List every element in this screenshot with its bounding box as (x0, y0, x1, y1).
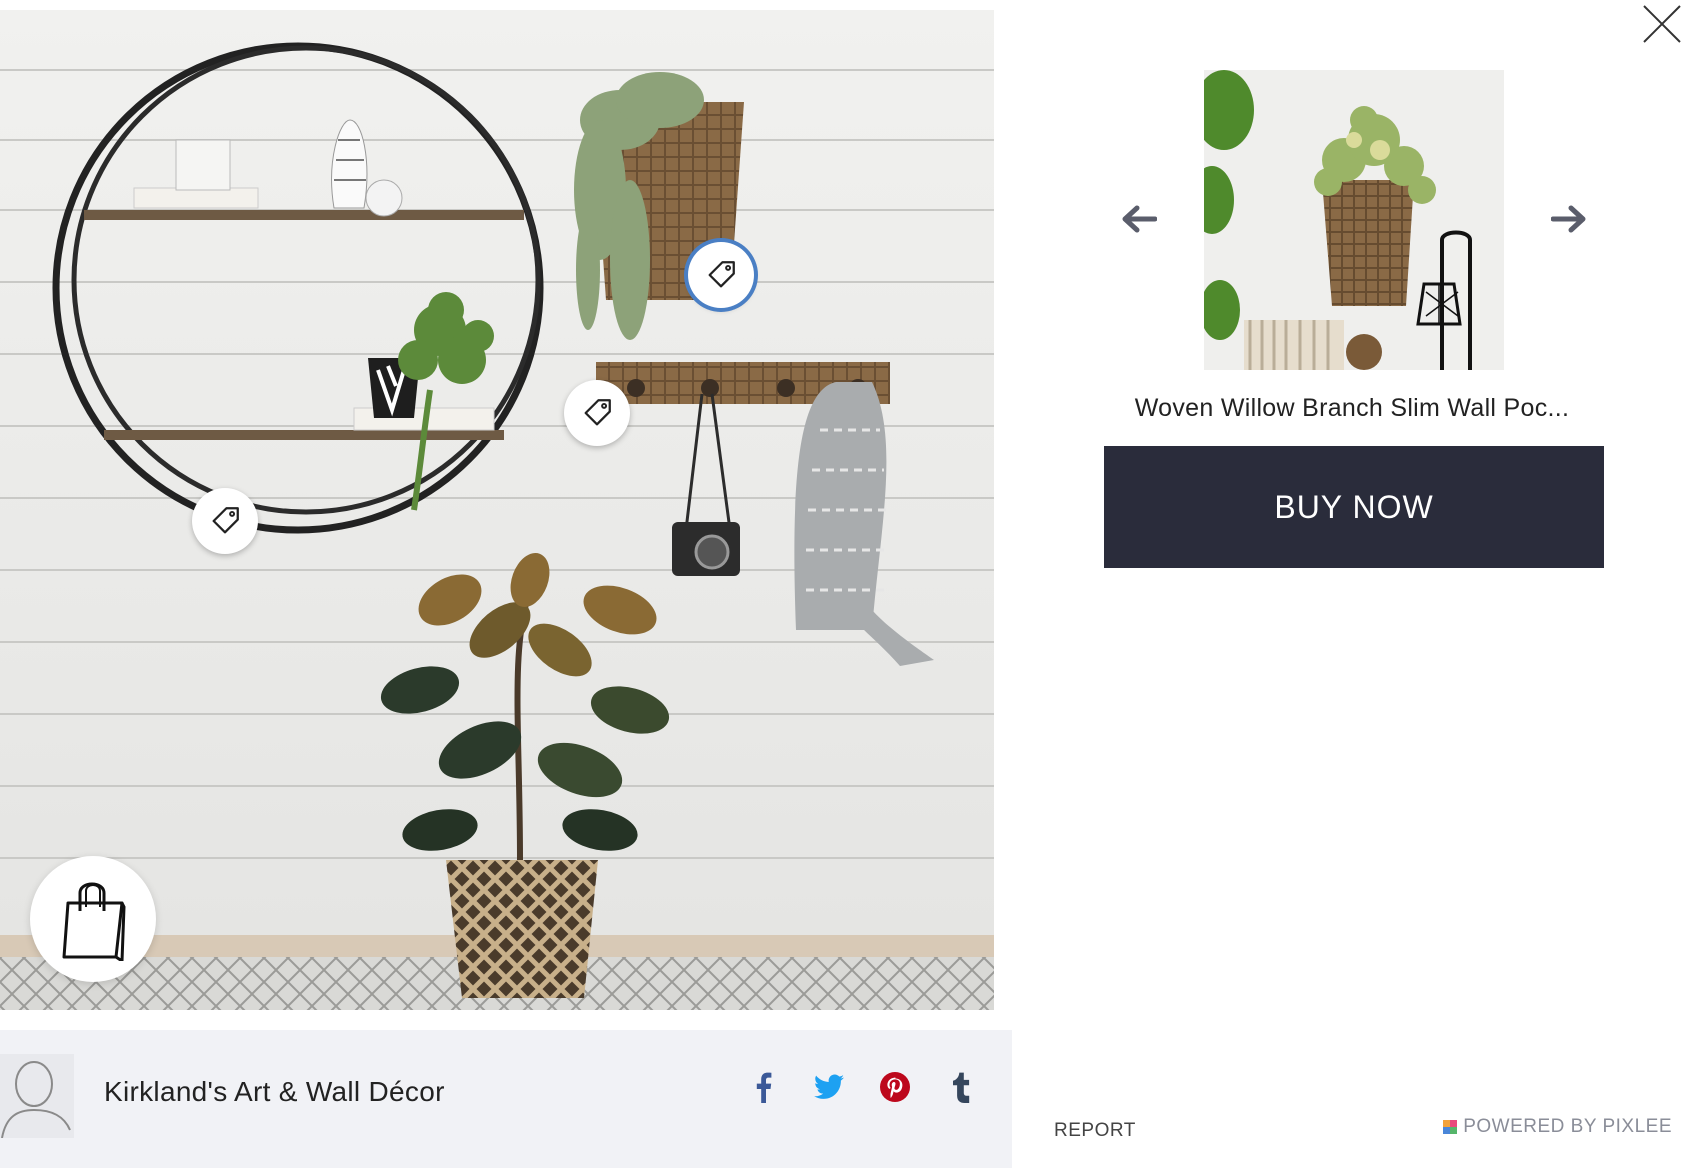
source-name[interactable]: Kirkland's Art & Wall Décor (104, 1076, 445, 1108)
facebook-share[interactable] (748, 1070, 778, 1104)
arrow-left-icon (1122, 205, 1157, 233)
price-tag-icon (708, 261, 735, 288)
buy-now-button[interactable]: BUY NOW (1104, 446, 1604, 568)
close-button[interactable] (1640, 2, 1684, 46)
pinterest-share[interactable] (880, 1070, 910, 1104)
photo-footer: Kirkland's Art & Wall Décor (0, 1030, 1012, 1168)
social-share-bar (748, 1070, 976, 1104)
product-image[interactable] (1204, 70, 1504, 370)
price-tag-icon (212, 507, 239, 534)
price-tag-icon (584, 399, 611, 426)
user-placeholder-icon (1, 1061, 71, 1138)
lightbox: Kirkland's Art & Wall Décor Woven Willow… (0, 0, 1686, 1168)
arrow-right-icon (1551, 205, 1586, 233)
product-tag-basket[interactable] (688, 242, 754, 308)
product-panel: Woven Willow Branch Slim Wall Poc... BUY… (1012, 0, 1686, 1168)
powered-by-label: POWERED BY PIXLEE (1463, 1116, 1672, 1137)
product-title[interactable]: Woven Willow Branch Slim Wall Poc... (1072, 394, 1632, 423)
powered-by[interactable]: POWERED BY PIXLEE (1443, 1116, 1672, 1138)
shop-bag-button[interactable] (30, 856, 156, 982)
twitter-icon (814, 1074, 844, 1099)
twitter-share[interactable] (814, 1070, 844, 1104)
pinterest-icon (880, 1072, 910, 1102)
tumblr-icon (953, 1072, 970, 1103)
photo-panel: Kirkland's Art & Wall Décor (0, 0, 1012, 1168)
pixlee-logo-icon (1443, 1120, 1458, 1134)
previous-product-button[interactable] (1118, 198, 1160, 240)
next-product-button[interactable] (1548, 198, 1590, 240)
lifestyle-photo (0, 10, 994, 1010)
close-icon (1643, 5, 1681, 43)
product-tag-hook-rack[interactable] (564, 380, 630, 446)
facebook-icon (756, 1072, 772, 1103)
tumblr-share[interactable] (946, 1070, 976, 1104)
report-link[interactable]: REPORT (1054, 1120, 1136, 1142)
product-tag-round-shelf[interactable] (192, 488, 258, 554)
shopping-bag-icon (62, 882, 126, 961)
avatar (0, 1054, 74, 1138)
